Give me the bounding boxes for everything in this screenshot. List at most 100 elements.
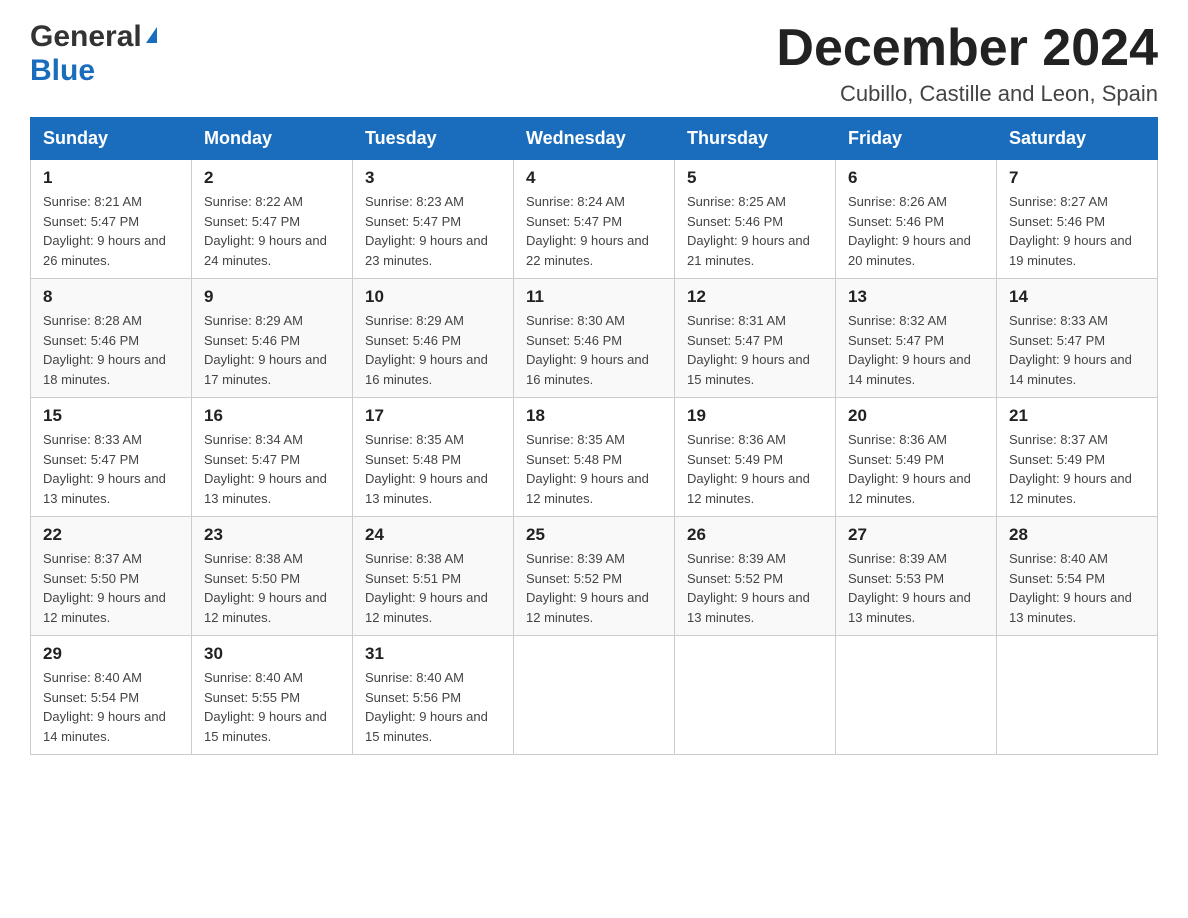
day-number: 13	[848, 287, 984, 307]
day-number: 20	[848, 406, 984, 426]
day-number: 29	[43, 644, 179, 664]
calendar-header-sunday: Sunday	[31, 118, 192, 160]
calendar-cell	[675, 636, 836, 755]
day-info: Sunrise: 8:40 AMSunset: 5:54 PMDaylight:…	[1009, 549, 1145, 627]
calendar-cell: 17 Sunrise: 8:35 AMSunset: 5:48 PMDayligh…	[353, 398, 514, 517]
calendar-cell: 20Sunrise: 8:36 AMSunset: 5:49 PMDayligh…	[836, 398, 997, 517]
calendar-cell: 15 Sunrise: 8:33 AMSunset: 5:47 PMDayligh…	[31, 398, 192, 517]
month-title: December 2024	[776, 20, 1158, 77]
day-info: Sunrise: 8:35 AMSunset: 5:48 PMDaylight:…	[526, 430, 662, 508]
calendar-cell: 28Sunrise: 8:40 AMSunset: 5:54 PMDayligh…	[997, 517, 1158, 636]
calendar-cell: 24 Sunrise: 8:38 AMSunset: 5:51 PMDayligh…	[353, 517, 514, 636]
day-number: 14	[1009, 287, 1145, 307]
location-title: Cubillo, Castille and Leon, Spain	[776, 81, 1158, 107]
calendar-cell: 5 Sunrise: 8:25 AMSunset: 5:46 PMDaylight…	[675, 160, 836, 279]
calendar-cell: 22Sunrise: 8:37 AMSunset: 5:50 PMDayligh…	[31, 517, 192, 636]
day-number: 6	[848, 168, 984, 188]
day-info: Sunrise: 8:25 AMSunset: 5:46 PMDaylight:…	[687, 192, 823, 270]
calendar-cell: 11 Sunrise: 8:30 AMSunset: 5:46 PMDayligh…	[514, 279, 675, 398]
day-number: 23	[204, 525, 340, 545]
day-number: 24	[365, 525, 501, 545]
calendar-cell: 13 Sunrise: 8:32 AMSunset: 5:47 PMDayligh…	[836, 279, 997, 398]
calendar-header-monday: Monday	[192, 118, 353, 160]
day-info: Sunrise: 8:33 AMSunset: 5:47 PMDaylight:…	[1009, 311, 1145, 389]
calendar-cell: 12 Sunrise: 8:31 AMSunset: 5:47 PMDayligh…	[675, 279, 836, 398]
day-number: 7	[1009, 168, 1145, 188]
day-info: Sunrise: 8:40 AMSunset: 5:55 PMDaylight:…	[204, 668, 340, 746]
day-info: Sunrise: 8:28 AMSunset: 5:46 PMDaylight:…	[43, 311, 179, 389]
day-number: 11	[526, 287, 662, 307]
logo-general-text: General	[30, 20, 142, 54]
calendar-cell: 3Sunrise: 8:23 AMSunset: 5:47 PMDaylight…	[353, 160, 514, 279]
day-number: 3	[365, 168, 501, 188]
day-info: Sunrise: 8:38 AMSunset: 5:51 PMDaylight:…	[365, 549, 501, 627]
calendar-cell: 27Sunrise: 8:39 AMSunset: 5:53 PMDayligh…	[836, 517, 997, 636]
calendar-cell	[836, 636, 997, 755]
calendar-header-saturday: Saturday	[997, 118, 1158, 160]
day-info: Sunrise: 8:39 AMSunset: 5:52 PMDaylight:…	[526, 549, 662, 627]
day-info: Sunrise: 8:29 AMSunset: 5:46 PMDaylight:…	[365, 311, 501, 389]
calendar-header-wednesday: Wednesday	[514, 118, 675, 160]
day-info: Sunrise: 8:29 AMSunset: 5:46 PMDaylight:…	[204, 311, 340, 389]
day-number: 9	[204, 287, 340, 307]
calendar-header-row: SundayMondayTuesdayWednesdayThursdayFrid…	[31, 118, 1158, 160]
day-number: 21	[1009, 406, 1145, 426]
calendar-cell: 6 Sunrise: 8:26 AMSunset: 5:46 PMDaylight…	[836, 160, 997, 279]
day-info: Sunrise: 8:35 AMSunset: 5:48 PMDaylight:…	[365, 430, 501, 508]
calendar-cell	[997, 636, 1158, 755]
day-info: Sunrise: 8:40 AMSunset: 5:56 PMDaylight:…	[365, 668, 501, 746]
calendar-cell: 14 Sunrise: 8:33 AMSunset: 5:47 PMDayligh…	[997, 279, 1158, 398]
calendar-week-row: 15 Sunrise: 8:33 AMSunset: 5:47 PMDayligh…	[31, 398, 1158, 517]
day-info: Sunrise: 8:36 AMSunset: 5:49 PMDaylight:…	[687, 430, 823, 508]
calendar-cell: 31 Sunrise: 8:40 AMSunset: 5:56 PMDayligh…	[353, 636, 514, 755]
day-number: 5	[687, 168, 823, 188]
day-number: 22	[43, 525, 179, 545]
day-info: Sunrise: 8:27 AMSunset: 5:46 PMDaylight:…	[1009, 192, 1145, 270]
calendar-cell	[514, 636, 675, 755]
calendar-week-row: 1Sunrise: 8:21 AMSunset: 5:47 PMDaylight…	[31, 160, 1158, 279]
day-info: Sunrise: 8:33 AMSunset: 5:47 PMDaylight:…	[43, 430, 179, 508]
day-info: Sunrise: 8:40 AMSunset: 5:54 PMDaylight:…	[43, 668, 179, 746]
calendar-cell: 4 Sunrise: 8:24 AMSunset: 5:47 PMDaylight…	[514, 160, 675, 279]
calendar-cell: 18Sunrise: 8:35 AMSunset: 5:48 PMDayligh…	[514, 398, 675, 517]
logo: General Blue	[30, 20, 157, 88]
day-number: 15	[43, 406, 179, 426]
day-number: 16	[204, 406, 340, 426]
calendar-header-tuesday: Tuesday	[353, 118, 514, 160]
day-info: Sunrise: 8:30 AMSunset: 5:46 PMDaylight:…	[526, 311, 662, 389]
day-info: Sunrise: 8:31 AMSunset: 5:47 PMDaylight:…	[687, 311, 823, 389]
logo-blue-text: Blue	[30, 54, 95, 87]
calendar-cell: 1Sunrise: 8:21 AMSunset: 5:47 PMDaylight…	[31, 160, 192, 279]
day-info: Sunrise: 8:34 AMSunset: 5:47 PMDaylight:…	[204, 430, 340, 508]
calendar-week-row: 8 Sunrise: 8:28 AMSunset: 5:46 PMDaylight…	[31, 279, 1158, 398]
day-info: Sunrise: 8:38 AMSunset: 5:50 PMDaylight:…	[204, 549, 340, 627]
day-info: Sunrise: 8:24 AMSunset: 5:47 PMDaylight:…	[526, 192, 662, 270]
calendar-cell: 21Sunrise: 8:37 AMSunset: 5:49 PMDayligh…	[997, 398, 1158, 517]
day-number: 30	[204, 644, 340, 664]
day-info: Sunrise: 8:26 AMSunset: 5:46 PMDaylight:…	[848, 192, 984, 270]
day-number: 4	[526, 168, 662, 188]
calendar-cell: 26Sunrise: 8:39 AMSunset: 5:52 PMDayligh…	[675, 517, 836, 636]
calendar-header-thursday: Thursday	[675, 118, 836, 160]
calendar-week-row: 22Sunrise: 8:37 AMSunset: 5:50 PMDayligh…	[31, 517, 1158, 636]
day-number: 27	[848, 525, 984, 545]
day-info: Sunrise: 8:32 AMSunset: 5:47 PMDaylight:…	[848, 311, 984, 389]
calendar-week-row: 29 Sunrise: 8:40 AMSunset: 5:54 PMDayligh…	[31, 636, 1158, 755]
day-info: Sunrise: 8:39 AMSunset: 5:52 PMDaylight:…	[687, 549, 823, 627]
calendar-cell: 30 Sunrise: 8:40 AMSunset: 5:55 PMDayligh…	[192, 636, 353, 755]
title-block: December 2024 Cubillo, Castille and Leon…	[776, 20, 1158, 107]
calendar-header-friday: Friday	[836, 118, 997, 160]
calendar-cell: 7 Sunrise: 8:27 AMSunset: 5:46 PMDaylight…	[997, 160, 1158, 279]
calendar-cell: 29 Sunrise: 8:40 AMSunset: 5:54 PMDayligh…	[31, 636, 192, 755]
day-number: 8	[43, 287, 179, 307]
calendar-cell: 25Sunrise: 8:39 AMSunset: 5:52 PMDayligh…	[514, 517, 675, 636]
calendar-cell: 23 Sunrise: 8:38 AMSunset: 5:50 PMDayligh…	[192, 517, 353, 636]
day-number: 12	[687, 287, 823, 307]
calendar-table: SundayMondayTuesdayWednesdayThursdayFrid…	[30, 117, 1158, 755]
calendar-cell: 16 Sunrise: 8:34 AMSunset: 5:47 PMDayligh…	[192, 398, 353, 517]
calendar-cell: 8 Sunrise: 8:28 AMSunset: 5:46 PMDaylight…	[31, 279, 192, 398]
day-number: 17	[365, 406, 501, 426]
calendar-cell: 2Sunrise: 8:22 AMSunset: 5:47 PMDaylight…	[192, 160, 353, 279]
day-number: 10	[365, 287, 501, 307]
day-number: 31	[365, 644, 501, 664]
